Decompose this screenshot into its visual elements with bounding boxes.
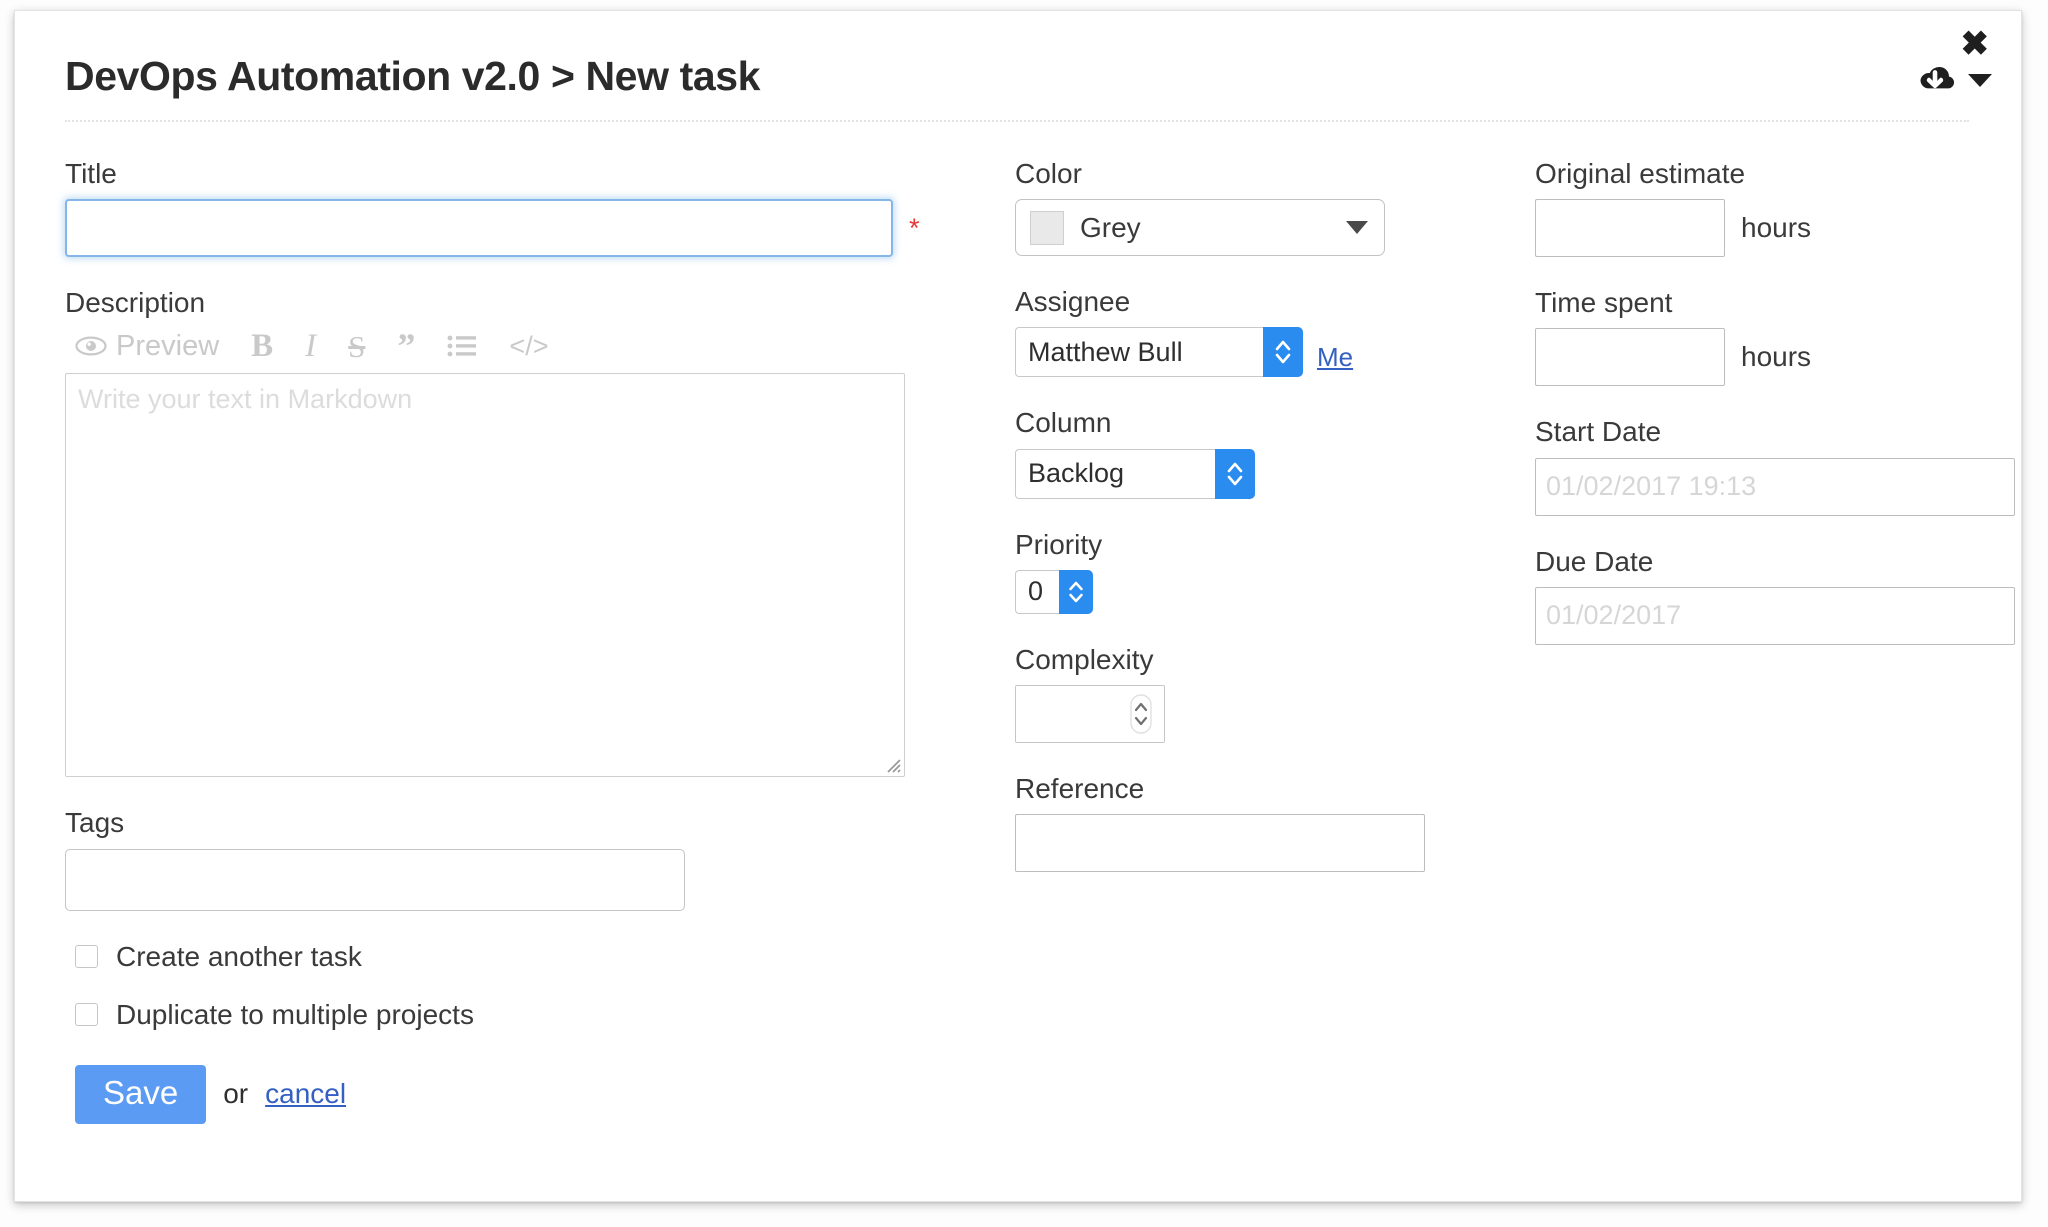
time-spent-input[interactable] [1535,328,1725,387]
original-estimate-group: Original estimate hours [1535,158,2005,258]
assign-to-me-link[interactable]: Me [1317,342,1353,377]
color-swatch [1030,210,1064,245]
form-actions: Save or cancel [75,1064,1015,1124]
form-columns: Title * Description Preview B I S ” </> … [15,122,2021,1124]
column-select[interactable]: Backlog [1015,448,1255,499]
title-input[interactable] [65,199,893,258]
tags-field-group: Tags [65,807,1015,911]
due-date-input[interactable] [1535,586,2015,645]
page-title: DevOps Automation v2.0 > New task [65,53,761,99]
panel-header: DevOps Automation v2.0 > New task ✖ [15,11,2021,122]
code-button[interactable]: </> [493,332,564,360]
time-spent-unit: hours [1741,341,1812,373]
title-required-marker: * [909,212,920,243]
color-label: Color [1015,158,1082,189]
assignee-label: Assignee [1015,286,1131,318]
save-button[interactable]: Save [75,1064,207,1124]
reference-input[interactable] [1015,814,1425,873]
tags-input[interactable] [65,848,685,911]
original-estimate-row: hours [1535,199,2005,258]
tags-label: Tags [65,807,125,839]
bold-button[interactable]: B [235,329,289,363]
cancel-link[interactable]: cancel [265,1078,346,1110]
complexity-label: Complexity [1015,643,1154,675]
duplicate-projects-label: Duplicate to multiple projects [116,998,474,1030]
column-right: Original estimate hours Time spent hours… [1535,158,2015,1124]
caret-down-icon [1346,221,1368,235]
due-date-label: Due Date [1535,545,1654,577]
close-icon[interactable]: ✖ [1961,27,1990,61]
cloud-download-menu[interactable] [1915,63,1993,97]
description-textarea[interactable] [65,373,905,778]
create-another-task-row[interactable]: Create another task [75,941,1015,973]
original-estimate-label: Original estimate [1535,158,1746,189]
assignee-row: Matthew Bull Me [1015,327,1535,378]
header-divider [65,120,1969,122]
original-estimate-unit: hours [1741,212,1812,244]
assignee-selected-value: Matthew Bull [1015,327,1263,378]
priority-selected-value: 0 [1015,569,1059,614]
color-field-group: Color Grey [1015,158,1535,257]
column-field-group: Column Backlog [1015,407,1535,499]
chevron-down-icon [1967,72,1993,88]
duplicate-projects-checkbox[interactable] [75,1003,98,1027]
original-estimate-input[interactable] [1535,199,1725,258]
color-selected-value: Grey [1080,211,1141,243]
column-label: Column [1015,407,1112,439]
title-field-group: Title * [65,158,1015,258]
column-selected-value: Backlog [1015,448,1215,499]
start-date-group: Start Date [1535,416,2015,516]
page-background: DevOps Automation v2.0 > New task ✖ Titl… [0,0,2048,1227]
start-date-label: Start Date [1535,416,1662,448]
description-textarea-wrap [65,373,905,778]
quote-button[interactable]: ” [381,328,431,364]
title-label: Title [65,158,117,189]
assignee-field-group: Assignee Matthew Bull Me [1015,286,1535,378]
description-field-group: Description Preview B I S ” </> Write yo… [65,287,1015,778]
priority-label: Priority [1015,528,1103,560]
time-spent-group: Time spent hours [1535,287,2005,387]
priority-stepper-icon [1059,569,1093,614]
assignee-select[interactable]: Matthew Bull [1015,327,1303,378]
complexity-input-wrap[interactable] [1015,684,1165,743]
preview-toggle[interactable]: Preview [75,329,235,362]
new-task-panel: DevOps Automation v2.0 > New task ✖ Titl… [14,10,2022,1202]
column-left: Title * Description Preview B I S ” </> … [15,158,1015,1124]
column-stepper-icon [1215,448,1255,499]
strikethrough-button[interactable]: S [332,331,381,362]
markdown-toolbar: Preview B I S ” </> [75,325,1015,367]
assignee-stepper-icon [1263,327,1303,378]
time-spent-label: Time spent [1535,287,1673,319]
italic-button[interactable]: I [289,329,332,363]
preview-label: Preview [116,329,220,362]
column-middle: Color Grey Assignee Matthew Bull Me Colu… [1015,158,1535,1124]
duplicate-projects-row[interactable]: Duplicate to multiple projects [75,999,1015,1031]
time-spent-row: hours [1535,328,2005,387]
priority-field-group: Priority 0 [1015,529,1535,614]
reference-label: Reference [1015,772,1145,804]
or-label: or [223,1078,249,1110]
cloud-download-icon [1915,63,1959,97]
create-another-task-checkbox[interactable] [75,945,98,969]
description-label: Description [65,287,206,319]
bullet-list-icon[interactable] [431,334,493,358]
create-another-task-label: Create another task [116,940,362,972]
complexity-field-group: Complexity [1015,644,1535,743]
due-date-group: Due Date [1535,545,2015,645]
color-select[interactable]: Grey [1015,199,1385,257]
start-date-input[interactable] [1535,457,2015,516]
complexity-stepper-icon[interactable] [1129,694,1153,734]
title-input-row: * [65,199,1015,258]
reference-field-group: Reference [1015,772,1535,873]
eye-icon [75,336,107,356]
priority-select[interactable]: 0 [1015,569,1093,614]
